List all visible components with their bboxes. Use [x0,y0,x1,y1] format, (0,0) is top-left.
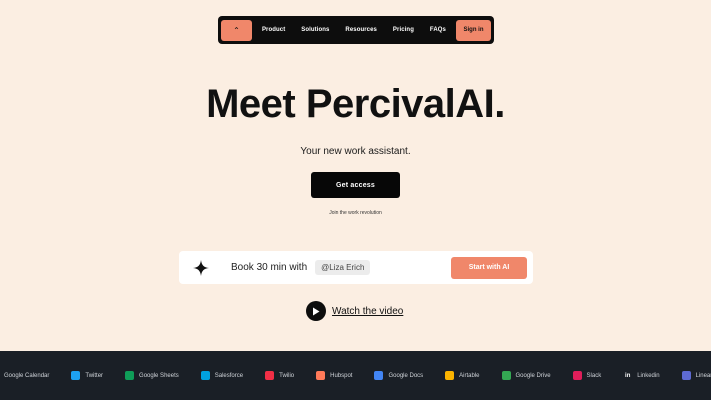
integration-item: Slack [572,371,602,380]
nav-link-pricing[interactable]: Pricing [393,27,414,33]
integration-label: Google Drive [515,372,551,379]
integration-label: Twitter [85,372,104,379]
linear-icon [681,371,691,380]
google-sheets-icon [125,371,135,380]
logo-icon: ⌃ [233,25,240,35]
integration-label: Google Calendar [4,372,50,379]
integration-item: Twitter [71,371,103,380]
integration-label: Salesforce [214,372,244,379]
integration-item: Google Sheets [125,371,179,380]
top-navbar: ⌃ Product Solutions Resources Pricing FA… [218,16,494,44]
play-icon [313,307,320,315]
hero-title: Meet PercivalAI. [206,82,505,126]
integration-item: Salesforce [200,371,244,380]
integration-item: in Linkedin [623,371,660,380]
hero-subtitle: Your new work assistant. [300,146,411,157]
twilio-icon [265,371,275,380]
integration-item: Hubspot [316,371,352,380]
google-drive-icon [501,371,511,380]
nav-link-faqs[interactable]: FAQs [430,27,446,33]
integration-label: Twilio [279,372,295,379]
watch-video-link[interactable]: Watch the video [306,301,403,321]
integration-item: Google Calendar [0,371,49,380]
airtable-icon [445,371,455,380]
slack-icon [572,371,582,380]
nav-link-product[interactable]: Product [262,27,285,33]
integration-label: Google Docs [388,372,424,379]
nav-link-resources[interactable]: Resources [345,27,377,33]
integrations-list: Google Calendar Twitter Google Sheets Sales… [0,371,711,380]
integration-item: Google Drive [501,371,551,380]
signin-button[interactable]: Sign in [456,19,491,41]
linkedin-icon: in [623,371,633,380]
watch-video-label[interactable]: Watch the video [332,306,403,317]
play-button[interactable] [306,301,326,321]
booking-text: Book 30 min with [231,262,308,273]
nav-links: Product Solutions Resources Pricing FAQs [252,27,456,33]
salesforce-icon [200,371,210,380]
integration-item: Twilio [265,371,294,380]
nav-link-solutions[interactable]: Solutions [301,27,329,33]
integration-item: Airtable [445,371,480,380]
cta-note: Join the work revolution [329,210,382,216]
twitter-icon [71,371,81,380]
start-with-ai-button[interactable]: Start with AI [451,256,527,279]
integration-item: Google Docs [374,371,423,380]
integration-item: Linear [681,371,711,380]
sparkle-icon [193,259,209,276]
mention-tag[interactable]: @Liza Erich [315,260,371,275]
integration-label: Linear [695,372,711,379]
integration-label: Hubspot [330,372,353,379]
integrations-footer: Google Calendar Twitter Google Sheets Sales… [0,351,711,400]
hubspot-icon [316,371,326,380]
integration-label: Airtable [459,372,480,379]
google-docs-icon [374,371,384,380]
get-access-button[interactable]: Get access [311,172,400,198]
integration-label: Linkedin [637,372,660,379]
integration-label: Google Sheets [139,372,179,379]
logo-button[interactable]: ⌃ [221,19,252,41]
integration-label: Slack [586,372,602,379]
booking-bar: Book 30 min with @Liza Erich Start with … [179,251,533,284]
